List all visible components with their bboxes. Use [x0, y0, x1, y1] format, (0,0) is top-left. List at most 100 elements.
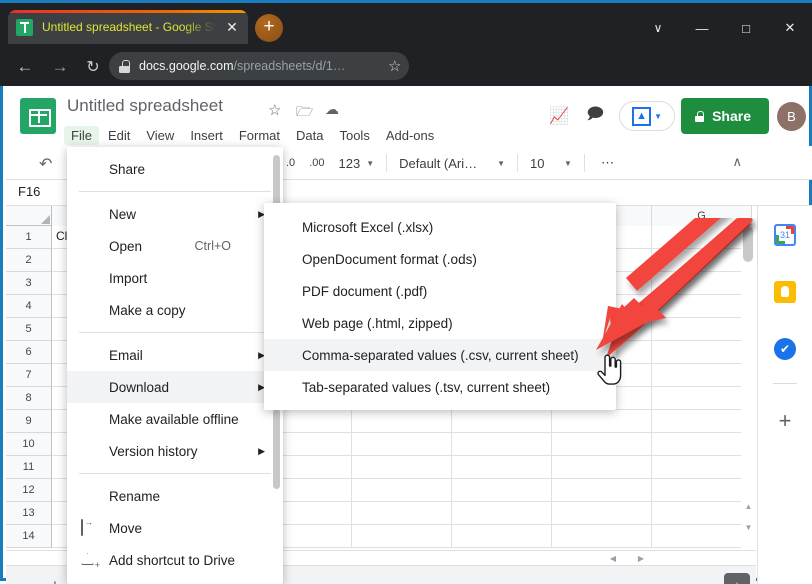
row-header-14[interactable]: 14 [6, 525, 52, 548]
download-option-web-page-html-zipped[interactable]: Web page (.html, zipped) [264, 307, 616, 339]
file-menu-item-import[interactable]: Import [67, 262, 283, 294]
menu-view[interactable]: View [139, 126, 181, 145]
row-header-13[interactable]: 13 [6, 502, 52, 525]
side-panel-item-calendar[interactable]: 31 [758, 206, 812, 263]
cell-E11[interactable] [452, 456, 552, 479]
row-header-10[interactable]: 10 [6, 433, 52, 456]
row-header-4[interactable]: 4 [6, 295, 52, 318]
decrease-decimal-button[interactable]: .0 [286, 157, 295, 169]
undo-icon[interactable]: ↶ [39, 154, 52, 174]
file-menu-item-email[interactable]: Email▶ [67, 339, 283, 371]
collapse-toolbar-icon[interactable]: ∧ [732, 154, 742, 170]
cell-G4[interactable] [652, 295, 752, 318]
file-menu-popup[interactable]: Share New▶OpenCtrl+OImportMake a copy Emai… [67, 147, 283, 584]
close-window-button[interactable]: ✕ [768, 11, 812, 45]
cell-E9[interactable] [452, 410, 552, 433]
scroll-left-icon[interactable]: ◀ [604, 552, 622, 565]
row-header-6[interactable]: 6 [6, 341, 52, 364]
minimize-button[interactable]: — [680, 11, 724, 45]
browser-tab[interactable]: Untitled spreadsheet - Google Sh ✕ [8, 10, 248, 44]
add-sheet-button[interactable]: + [50, 576, 60, 584]
cell-D14[interactable] [352, 525, 452, 548]
row-header-11[interactable]: 11 [6, 456, 52, 479]
font-family-select[interactable]: Default (Ari… [399, 156, 491, 171]
file-menu-item-make-available-offline[interactable]: Make available offline [67, 403, 283, 435]
row-header-1[interactable]: 1 [6, 226, 52, 249]
trending-up-icon[interactable]: 📈 [541, 98, 577, 134]
cell-D11[interactable] [352, 456, 452, 479]
explore-icon[interactable]: ✦ [724, 573, 750, 584]
cell-G2[interactable] [652, 249, 752, 272]
select-all-corner[interactable] [6, 206, 52, 226]
column-header-G[interactable]: G [652, 206, 752, 226]
cell-G12[interactable] [652, 479, 752, 502]
cell-G7[interactable] [652, 364, 752, 387]
row-header-3[interactable]: 3 [6, 272, 52, 295]
file-menu-item-make-a-copy[interactable]: Make a copy [67, 294, 283, 326]
scroll-up-icon[interactable]: ▲ [743, 501, 754, 512]
file-menu-item-open[interactable]: OpenCtrl+O [67, 230, 283, 262]
move-to-folder-icon[interactable]: 🗁 [296, 101, 313, 125]
get-addons-button[interactable]: + [758, 390, 812, 434]
comment-icon[interactable]: 🗩 [577, 98, 613, 134]
cell-G1[interactable] [652, 226, 752, 249]
cell-E12[interactable] [452, 479, 552, 502]
side-panel-item-tasks[interactable]: ✔ [758, 320, 812, 377]
back-icon[interactable]: ← [12, 54, 38, 80]
menu-edit[interactable]: Edit [101, 126, 137, 145]
tab-search-chevron-icon[interactable]: ∨ [636, 11, 680, 45]
download-option-comma-separated-values-csv-current-sheet[interactable]: Comma-separated values (.csv, current sh… [264, 339, 616, 371]
name-box[interactable]: F16 [18, 184, 40, 199]
download-submenu-popup[interactable]: Microsoft Excel (.xlsx)OpenDocument form… [264, 203, 616, 410]
present-caret-icon[interactable]: ▼ [654, 112, 662, 121]
cell-F13[interactable] [552, 502, 652, 525]
menu-data[interactable]: Data [289, 126, 330, 145]
share-button[interactable]: Share [681, 98, 769, 134]
more-toolbar-options-icon[interactable]: ⋯ [601, 155, 615, 171]
cell-D13[interactable] [352, 502, 452, 525]
cell-G10[interactable] [652, 433, 752, 456]
cell-F9[interactable] [552, 410, 652, 433]
cell-G13[interactable] [652, 502, 752, 525]
file-menu-item-move[interactable]: Move [67, 512, 283, 544]
cell-G8[interactable] [652, 387, 752, 410]
row-header-9[interactable]: 9 [6, 410, 52, 433]
download-option-pdf-document-pdf[interactable]: PDF document (.pdf) [264, 275, 616, 307]
new-tab-button[interactable]: + [255, 14, 283, 42]
font-caret-icon[interactable]: ▼ [497, 159, 505, 168]
star-doc-icon[interactable]: ☆ [268, 101, 281, 119]
bookmark-star-icon[interactable]: ☆ [388, 57, 401, 75]
address-bar[interactable]: docs.google.com/spreadsheets/d/1… [109, 52, 409, 80]
row-header-7[interactable]: 7 [6, 364, 52, 387]
menu-insert[interactable]: Insert [183, 126, 230, 145]
menu-format[interactable]: Format [232, 126, 287, 145]
download-option-tab-separated-values-tsv-current-sheet[interactable]: Tab-separated values (.tsv, current shee… [264, 371, 616, 403]
cell-F12[interactable] [552, 479, 652, 502]
download-option-microsoft-excel-xlsx[interactable]: Microsoft Excel (.xlsx) [264, 211, 616, 243]
file-menu-item-rename[interactable]: Rename [67, 480, 283, 512]
cell-G14[interactable] [652, 525, 752, 548]
row-header-2[interactable]: 2 [6, 249, 52, 272]
download-option-opendocument-format-ods[interactable]: OpenDocument format (.ods) [264, 243, 616, 275]
account-avatar[interactable]: B [777, 102, 806, 131]
font-size-caret-icon[interactable]: ▼ [564, 159, 572, 168]
cell-F11[interactable] [552, 456, 652, 479]
present-button[interactable]: ▲ ▼ [619, 101, 675, 131]
cell-D9[interactable] [352, 410, 452, 433]
cell-E10[interactable] [452, 433, 552, 456]
cell-E14[interactable] [452, 525, 552, 548]
file-menu-item-new[interactable]: New▶ [67, 198, 283, 230]
file-menu-item-version-history[interactable]: Version history▶ [67, 435, 283, 467]
menu-tools[interactable]: Tools [332, 126, 376, 145]
row-header-12[interactable]: 12 [6, 479, 52, 502]
cell-G9[interactable] [652, 410, 752, 433]
reload-icon[interactable]: ↻ [80, 54, 106, 80]
scroll-right-icon[interactable]: ▶ [632, 552, 650, 565]
scroll-down-icon[interactable]: ▼ [743, 522, 754, 533]
cell-F10[interactable] [552, 433, 652, 456]
file-menu-item-share[interactable]: Share [67, 153, 283, 185]
cell-G11[interactable] [652, 456, 752, 479]
cell-F14[interactable] [552, 525, 652, 548]
menu-add-ons[interactable]: Add-ons [379, 126, 441, 145]
number-format-button[interactable]: 123 [338, 156, 360, 171]
